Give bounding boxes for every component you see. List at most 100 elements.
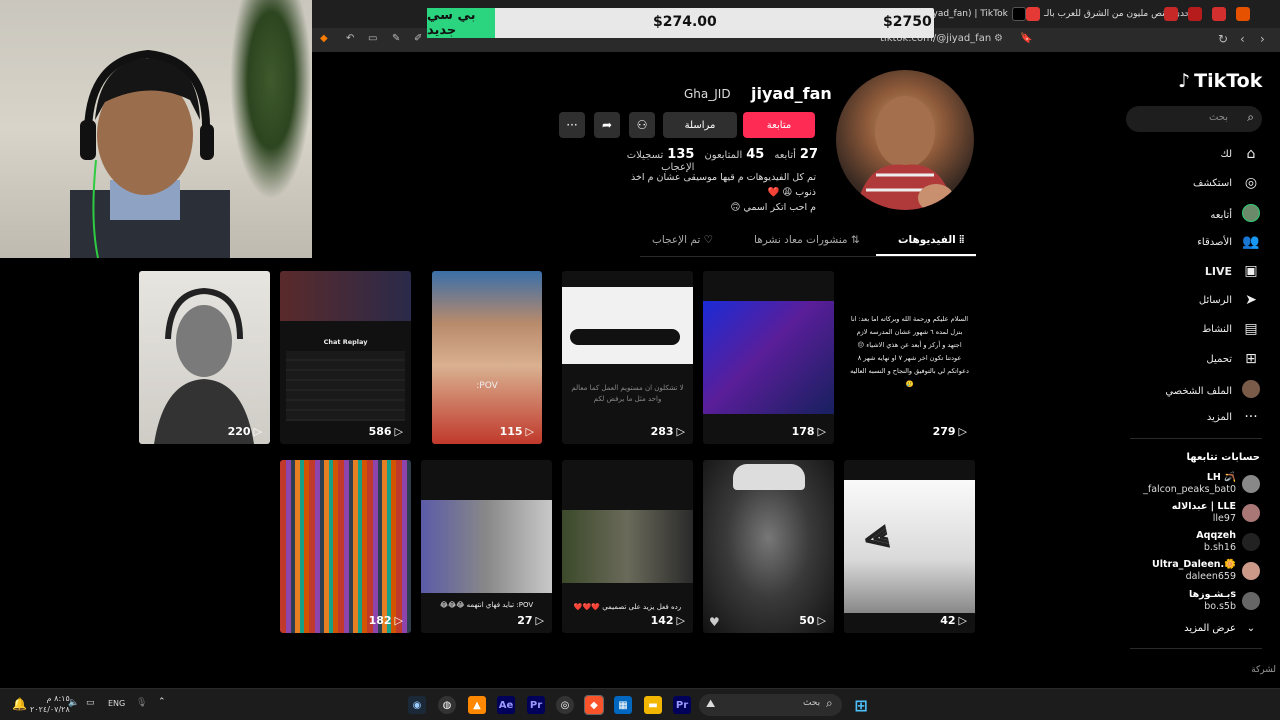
footer-link[interactable]: لشركة <box>1251 665 1276 675</box>
nav-label: أتابعه <box>1210 209 1232 221</box>
video-tile[interactable]: 220 ▷ <box>139 271 270 444</box>
search-input[interactable]: بحث ⌕ <box>1126 106 1262 132</box>
active-tab-indicator <box>876 254 976 256</box>
nav-messages[interactable]: الرسائل ➤ <box>1199 292 1260 308</box>
following-account[interactable]: بـشـوزهاs bo.s5b <box>1189 589 1260 613</box>
tab-reposts[interactable]: منشورات معاد نشرها ⇅ <box>754 234 860 246</box>
video-thumbnail <box>280 460 411 633</box>
youtube-icon[interactable] <box>1212 7 1226 21</box>
avatar <box>1242 533 1260 551</box>
volume-icon[interactable]: 🔈 <box>68 698 79 708</box>
nav-activity[interactable]: النشاط ▤ <box>1202 321 1260 337</box>
view-count-text: 586 <box>368 425 392 438</box>
video-tile[interactable]: السلام عليكم ورحمة الله وبركاته اما بعد:… <box>844 271 975 444</box>
bookmark-icon[interactable]: 🔖 <box>1020 33 1032 44</box>
follow-button[interactable]: متابعة <box>743 112 815 138</box>
search-icon: ⌕ <box>826 696 833 710</box>
back-icon[interactable]: ‹ <box>1240 32 1245 46</box>
language-indicator[interactable]: ENG <box>108 699 125 708</box>
play-icon: ▷ <box>394 425 403 438</box>
obs-icon[interactable]: ◍ <box>438 696 456 714</box>
video-tile[interactable]: POV: 115 ▷ <box>432 271 542 444</box>
video-tile[interactable]: POV: تبايد فهاي انتهمه 😂😂😂 27 ▷ <box>421 460 552 633</box>
nav-live[interactable]: LIVE ▣ <box>1205 263 1260 279</box>
new-pc-badge: بي سي جديد <box>427 8 495 38</box>
file-explorer-icon[interactable]: ▬ <box>644 696 662 714</box>
tab-videos[interactable]: الفيديوهات ⦙⦙ <box>898 234 964 247</box>
profile-photo <box>856 96 954 210</box>
following-account[interactable]: Ultra_Daleen.🌼 daleen659 <box>1152 559 1260 583</box>
notification-bell-icon[interactable]: 🔔 <box>12 697 27 711</box>
nav-more[interactable]: المزيد ··· <box>1207 409 1260 425</box>
nav-for-you[interactable]: لك ⌂ <box>1221 146 1260 162</box>
play-icon: ▷ <box>817 425 826 438</box>
view-count-text: 115 <box>499 425 523 438</box>
nav-label: النشاط <box>1201 323 1232 335</box>
show-more-button[interactable]: عرض المزيد ⌄ <box>1184 623 1260 634</box>
view-count-text: 27 <box>517 614 533 627</box>
nav-profile[interactable]: الملف الشخصي <box>1165 380 1260 402</box>
view-count: 279 ▷ <box>933 425 967 438</box>
account-name: عبدالاله | LLE <box>1171 501 1236 512</box>
mic-icon[interactable]: 🎙 <box>136 698 147 708</box>
add-friend-button[interactable]: ⚇ <box>629 112 655 138</box>
chevron-up-icon[interactable]: ⌃ <box>158 697 166 707</box>
video-tile[interactable]: 182 ▷ <box>280 460 411 633</box>
following-account[interactable]: LH 🪃 _falcon_peaks_bat0 <box>1143 472 1260 496</box>
video-tile[interactable]: ⫷ 42 ▷ <box>844 460 975 633</box>
draw-icon[interactable]: ✎ <box>392 33 400 44</box>
more-options-button[interactable]: ··· <box>559 112 585 138</box>
app-tab-icon[interactable] <box>1188 7 1202 21</box>
video-tile[interactable]: 178 ▷ <box>703 271 834 444</box>
store-icon[interactable]: ▦ <box>614 696 632 714</box>
share-button[interactable]: ➦ <box>594 112 620 138</box>
following-account[interactable]: Aqqzeh b.sh16 <box>1196 530 1260 554</box>
price-overlay: بي سي جديد $274.00 $2750 <box>427 8 934 38</box>
send-icon: ➤ <box>1245 292 1257 308</box>
chrome-icon[interactable]: ◎ <box>556 696 574 714</box>
screen-icon[interactable]: ▭ <box>368 33 377 44</box>
windows-start-icon[interactable]: ⊞ <box>852 696 870 715</box>
undo-icon[interactable]: ↶ <box>346 33 354 44</box>
steam-icon[interactable]: ◉ <box>408 696 426 714</box>
account-username: bo.s5b <box>1204 601 1236 612</box>
forward-icon[interactable]: › <box>1260 32 1265 46</box>
search-icon[interactable]: ⌕ <box>1247 110 1254 125</box>
vlc-icon[interactable]: ▲ <box>468 696 486 714</box>
brave-icon[interactable] <box>1236 7 1250 21</box>
tab-tiktok[interactable]: iyad_fan) | TikTok <box>930 3 1026 25</box>
nav-following[interactable]: أتابعه <box>1210 204 1260 226</box>
nav-friends[interactable]: الأصدقاء 👥 <box>1197 234 1260 250</box>
home-icon: ⌂ <box>1246 146 1256 162</box>
account-username: b.sh16 <box>1203 542 1236 553</box>
video-tile[interactable]: Chat Replay 586 ▷ <box>280 271 411 444</box>
pen-icon[interactable]: ✐ <box>414 33 422 44</box>
brave-taskbar-icon[interactable]: ◆ <box>584 695 604 715</box>
after-effects-icon[interactable]: Ae <box>497 696 515 714</box>
message-button[interactable]: مراسلة <box>663 112 737 138</box>
reload-icon[interactable]: ↻ <box>1218 32 1228 46</box>
nav-upload[interactable]: تحميل ⊞ <box>1206 351 1260 367</box>
activity-icon: ▤ <box>1244 321 1258 337</box>
youtube-icon[interactable] <box>1164 7 1178 21</box>
brave-shield-icon[interactable]: ◆ <box>320 33 328 44</box>
view-count-text: 283 <box>650 425 674 438</box>
taskbar-search[interactable] <box>699 694 842 716</box>
nav-explore[interactable]: استكشف ◎ <box>1193 175 1260 191</box>
tiktok-logo[interactable]: ♪ TikTok <box>1178 70 1262 92</box>
video-tile[interactable]: رده فعل يزيد على تصميمي ❤️❤️❤️ 142 ▷ <box>562 460 693 633</box>
view-count: 142 ▷ <box>651 614 685 627</box>
following-account[interactable]: عبدالاله | LLE lle97 <box>1172 501 1260 525</box>
video-tile[interactable]: ♥ 50 ▷ <box>703 460 834 633</box>
network-icon[interactable]: ▭ <box>86 698 95 708</box>
premiere-icon[interactable]: Pr <box>527 696 545 714</box>
share-icon: ➦ <box>601 118 613 132</box>
translate-icon[interactable]: ⚙ <box>994 33 1003 44</box>
clock[interactable]: ٨:١٥ م ٢٠٢٤/٠٧/٢٨ <box>30 693 70 715</box>
video-tile[interactable]: لا تشكلون ان مستويم العمل كما معالم واحد… <box>562 271 693 444</box>
tab-liked[interactable]: تم الإعجاب ♡ <box>652 234 713 246</box>
upload-icon: ⊞ <box>1245 351 1257 367</box>
heart-off-icon: ♡ <box>703 234 714 246</box>
view-count-text: 182 <box>368 614 392 627</box>
premiere-icon[interactable]: Pr <box>673 696 691 714</box>
